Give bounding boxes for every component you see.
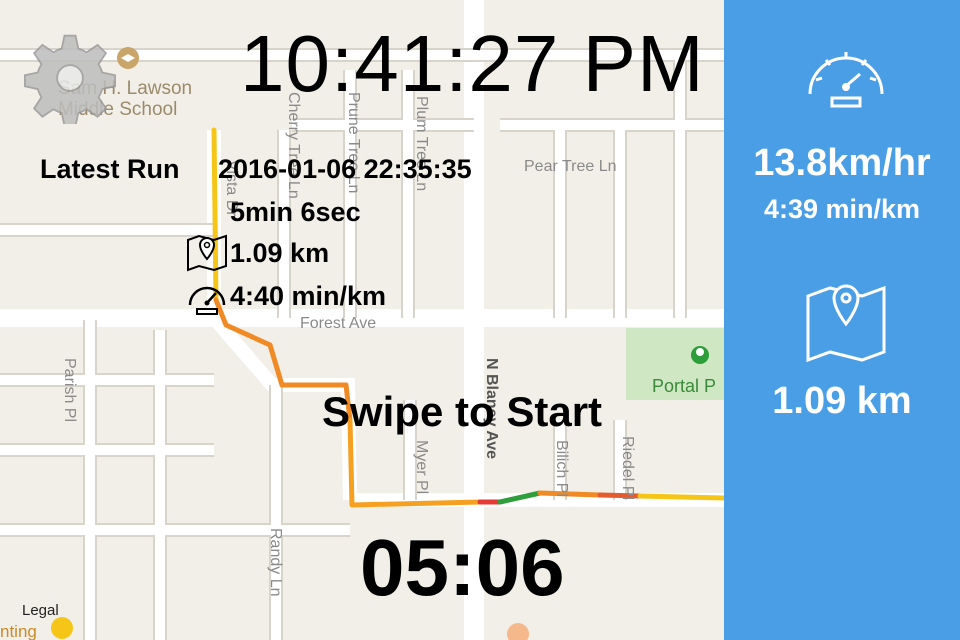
stats-sidebar: 13.8km/hr 4:39 min/km 1.09 km	[724, 0, 960, 640]
total-distance: 1.09 km	[772, 380, 912, 422]
latest-run-label: Latest Run	[40, 154, 180, 184]
street-label-pear: Pear Tree Ln	[524, 158, 617, 175]
latest-run-pace: 4:40 min/km	[230, 281, 387, 311]
current-speed: 13.8km/hr	[753, 142, 931, 184]
street-label-riedel: Riedel Pl	[619, 436, 636, 501]
poi-label-fragment: nting	[0, 622, 37, 640]
park-label: Portal P	[652, 376, 717, 396]
clock: 10:41:27 PM	[240, 19, 705, 108]
street-label-myer: Myer Pl	[413, 440, 430, 495]
street-label-forest: Forest Ave	[300, 315, 377, 332]
map-pin-icon	[187, 234, 227, 272]
speedometer-icon	[188, 286, 226, 315]
street-label-parish: Parish Pl	[61, 358, 78, 423]
latest-run-duration: 5min 6sec	[230, 197, 361, 227]
gear-icon[interactable]	[24, 32, 116, 124]
speedometer-icon	[808, 52, 884, 108]
map-pin-icon	[806, 284, 886, 362]
latest-run-datetime: 2016-01-06 22:35:35	[218, 154, 472, 184]
latest-run-distance: 1.09 km	[230, 238, 330, 268]
swipe-to-start[interactable]: Swipe to Start	[322, 388, 602, 436]
current-pace: 4:39 min/km	[763, 194, 921, 224]
legal-link[interactable]: Legal	[22, 602, 59, 619]
run-timer: 05:06	[360, 523, 565, 612]
street-label-bilich: Bilich Pl	[553, 440, 570, 497]
street-label-randy: Randy Ln	[267, 528, 284, 597]
